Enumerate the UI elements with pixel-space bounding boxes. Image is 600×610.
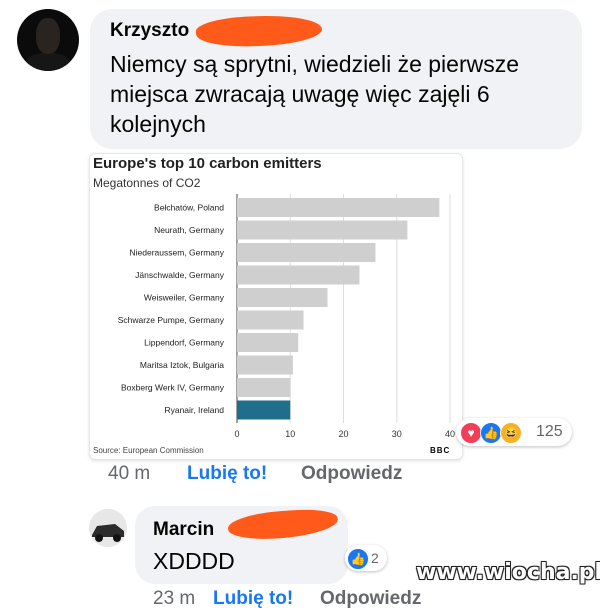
bar-chart: 0 10 20 30 40 Bełchatów, Poland Neurath, Germa… xyxy=(118,194,455,439)
x-tick-label: 10 xyxy=(285,429,295,439)
bar xyxy=(237,333,299,352)
comment-time: 40 m xyxy=(108,463,151,484)
x-tick-label: 20 xyxy=(338,429,348,439)
bar xyxy=(237,378,291,397)
reply-author[interactable]: Marcin xyxy=(153,519,214,541)
reply-text: XDDDD xyxy=(153,548,235,574)
commenter-avatar[interactable] xyxy=(17,9,79,71)
category-label: Niederaussem, Germany xyxy=(130,248,225,258)
category-label: Neurath, Germany xyxy=(154,225,225,235)
avatar-face xyxy=(36,18,60,54)
reply-reaction-summary[interactable]: 👍 2 xyxy=(345,545,387,571)
category-label: Jänschwalde, Germany xyxy=(135,270,225,280)
bar xyxy=(237,400,291,420)
reply-link[interactable]: Odpowiedz xyxy=(301,463,402,485)
bar xyxy=(237,220,408,240)
category-label: Boxberg Werk IV, Germany xyxy=(121,383,225,393)
car-photo-icon xyxy=(89,509,127,547)
bar xyxy=(237,265,360,285)
category-label: Lippendorf, Germany xyxy=(144,338,225,348)
love-reaction-icon: ♥ xyxy=(460,422,482,444)
reaction-count: 125 xyxy=(536,423,563,440)
reply-reply-link[interactable]: Odpowiedz xyxy=(320,588,421,610)
chart-attachment[interactable]: Europe's top 10 carbon emitters Megatonn… xyxy=(89,153,463,460)
like-reaction-icon: 👍 xyxy=(347,548,369,570)
reply-avatar[interactable] xyxy=(89,509,127,547)
bar xyxy=(237,198,440,217)
x-tick-label: 0 xyxy=(234,429,239,439)
category-label: Ryanair, Ireland xyxy=(164,405,224,415)
comment-text: Niemcy są sprytni, wiedzieli że pierwsze… xyxy=(110,51,520,137)
comment-author[interactable]: Krzyszto xyxy=(110,20,189,42)
x-tick-label: 30 xyxy=(392,429,402,439)
watermark: www.wiocha.pl xyxy=(416,560,600,585)
like-link[interactable]: Lubię to! xyxy=(187,463,267,485)
category-label: Maritsa Iztok, Bulgaria xyxy=(140,360,224,370)
reply-reaction-count: 2 xyxy=(371,550,379,566)
avatar-shirt xyxy=(25,53,71,71)
reply-like-link[interactable]: Lubię to! xyxy=(213,588,293,610)
x-tick-label: 40 xyxy=(445,429,455,439)
reaction-summary[interactable]: ♥ 👍 😆 125 xyxy=(456,418,572,446)
category-label: Schwarze Pumpe, Germany xyxy=(118,315,225,325)
category-label: Bełchatów, Poland xyxy=(154,203,224,213)
bbc-logo: BBC xyxy=(430,446,451,455)
bar xyxy=(237,288,328,307)
bar xyxy=(237,243,376,262)
bar xyxy=(237,310,304,330)
category-label: Weisweiler, Germany xyxy=(144,293,225,303)
haha-reaction-icon: 😆 xyxy=(500,422,522,444)
chart-source: Source: European Commission xyxy=(93,446,204,455)
reply-time: 23 m xyxy=(153,588,196,609)
like-reaction-icon: 👍 xyxy=(480,422,502,444)
bar xyxy=(237,355,293,375)
